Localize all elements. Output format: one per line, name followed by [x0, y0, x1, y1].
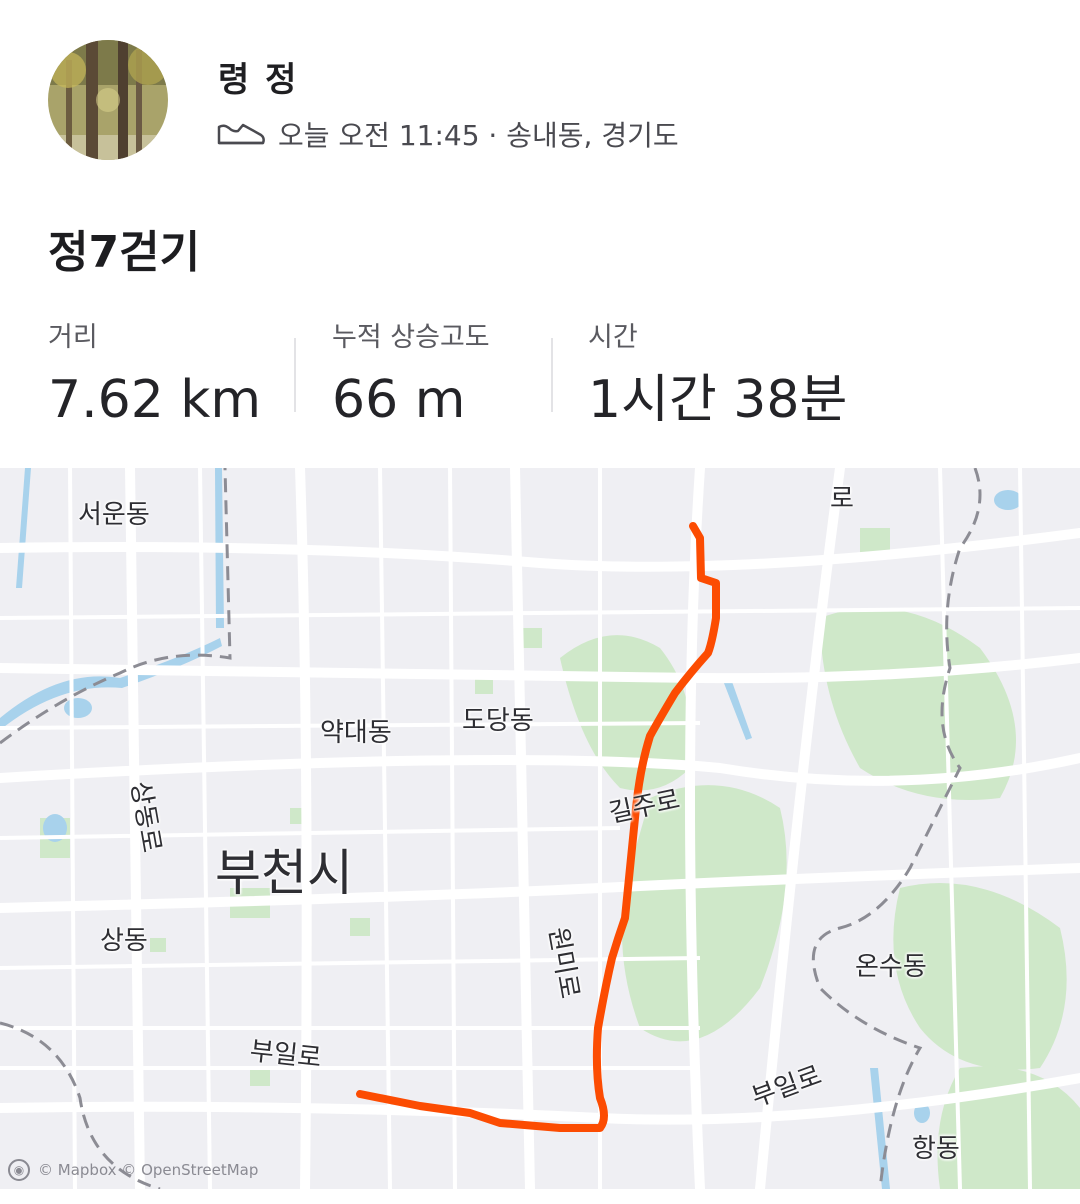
- stat-divider: [294, 338, 296, 412]
- map-label-yakdae: 약대동: [320, 718, 392, 748]
- map-label-bucheon-si: 부천시: [215, 844, 353, 902]
- athlete-name[interactable]: 령 정: [218, 52, 298, 101]
- map-label-sangdong: 상동: [100, 926, 148, 956]
- stat-label: 시간: [588, 322, 638, 353]
- map-label-hangdong: 항동: [912, 1134, 960, 1164]
- route-map[interactable]: 서운동 로 약대동 도당동 상동로 길주로 부천시 원미로 상동 온수동 부일로…: [0, 468, 1080, 1189]
- shoe-icon: [217, 123, 265, 145]
- stat-value: 7.62 km: [48, 370, 262, 430]
- map-label-seoun: 서운동: [78, 500, 150, 530]
- stat-label: 누적 상승고도: [332, 322, 490, 353]
- stat-value: 1시간 38분: [588, 370, 848, 430]
- stat-time: 시간 1시간 38분: [588, 318, 847, 430]
- mapbox-logo-icon: ◉: [8, 1159, 30, 1181]
- map-label-road-top: 로: [830, 484, 854, 514]
- map-attribution[interactable]: ◉ © Mapbox © OpenStreetMap: [8, 1159, 258, 1181]
- map-label-buil-ro: 부일로: [248, 1036, 323, 1074]
- map-parks: [40, 528, 1080, 1189]
- activity-time-location: 오늘 오전 11:45 · 송내동, 경기도: [278, 119, 679, 152]
- attribution-text: © Mapbox © OpenStreetMap: [38, 1161, 259, 1179]
- map-label-onsu: 온수동: [855, 952, 927, 982]
- stat-label: 거리: [48, 322, 98, 353]
- stat-distance: 거리 7.62 km: [48, 318, 261, 430]
- stat-divider: [551, 338, 553, 412]
- activity-meta: 오늘 오전 11:45 · 송내동, 경기도: [216, 112, 679, 156]
- activity-title[interactable]: 정7걷기: [48, 216, 200, 280]
- avatar[interactable]: [48, 40, 168, 160]
- map-label-dodang: 도당동: [462, 706, 534, 736]
- stat-elevation: 누적 상승고도 66 m: [332, 318, 490, 430]
- stat-value: 66 m: [332, 370, 466, 430]
